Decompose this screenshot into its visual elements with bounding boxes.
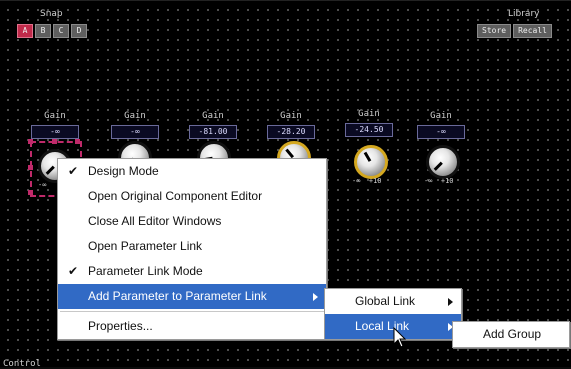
gain-value-field[interactable]: -∞ bbox=[111, 125, 159, 139]
menu-separator bbox=[60, 311, 324, 312]
menu-item-label: Parameter Link Mode bbox=[88, 264, 203, 278]
selection-handle[interactable] bbox=[75, 139, 80, 144]
local-link-submenu: Add Group bbox=[452, 321, 570, 348]
gain-module-1: Gain -∞ bbox=[30, 111, 80, 139]
submenu-arrow-icon bbox=[448, 298, 453, 306]
gain-knob-5[interactable] bbox=[354, 145, 388, 179]
range-label: -∞ +10 bbox=[424, 177, 454, 185]
gain-module-3: Gain -81.00 bbox=[188, 111, 238, 139]
snap-buttons: A B C D bbox=[17, 24, 87, 38]
gain-module-6: Gain -∞ bbox=[416, 111, 466, 139]
mouse-cursor-icon bbox=[393, 327, 407, 348]
gain-value-field[interactable]: -∞ bbox=[417, 125, 465, 139]
snap-button-d[interactable]: D bbox=[71, 24, 87, 38]
gain-label: Gain bbox=[202, 111, 224, 121]
selection-handle[interactable] bbox=[28, 165, 33, 170]
gain-value-field[interactable]: -28.20 bbox=[267, 125, 315, 139]
menu-item-label: Design Mode bbox=[88, 164, 159, 178]
range-max: +10 bbox=[368, 177, 382, 185]
menu-item-properties[interactable]: Properties... bbox=[58, 314, 326, 339]
snap-label: Snap bbox=[40, 9, 63, 19]
menu-item-label: Add Parameter to Parameter Link bbox=[88, 289, 267, 303]
selection-handle[interactable] bbox=[28, 139, 33, 144]
submenu-arrow-icon bbox=[313, 293, 318, 301]
selection-handle[interactable] bbox=[28, 190, 33, 195]
menu-item-parameter-link-mode[interactable]: ✔ Parameter Link Mode bbox=[58, 259, 326, 284]
status-text: Control bbox=[3, 359, 41, 369]
menu-item-design-mode[interactable]: ✔ Design Mode bbox=[58, 159, 326, 184]
gain-value-field[interactable]: -81.00 bbox=[189, 125, 237, 139]
range-min: -∞ bbox=[352, 177, 361, 185]
menu-item-label: Global Link bbox=[355, 294, 416, 308]
gain-label: Gain bbox=[124, 111, 146, 121]
snap-button-c[interactable]: C bbox=[53, 24, 69, 38]
menu-item-label: Add Group bbox=[483, 327, 542, 341]
gain-label: Gain bbox=[280, 111, 302, 121]
menu-item-label: Open Parameter Link bbox=[88, 239, 203, 253]
menu-item-open-original-component-editor[interactable]: Open Original Component Editor bbox=[58, 184, 326, 209]
menu-item-label: Open Original Component Editor bbox=[88, 189, 263, 203]
menu-item-label: Properties... bbox=[88, 319, 153, 333]
menu-item-close-all-editor-windows[interactable]: Close All Editor Windows bbox=[58, 209, 326, 234]
gain-knob-6[interactable] bbox=[426, 145, 460, 179]
library-label: Library bbox=[508, 9, 540, 19]
snap-button-a[interactable]: A bbox=[17, 24, 33, 38]
gain-module-5: Gain -24.50 bbox=[344, 109, 394, 137]
menu-item-global-link[interactable]: Global Link bbox=[325, 289, 461, 314]
gain-label: Gain bbox=[44, 111, 66, 121]
selection-handle[interactable] bbox=[52, 139, 57, 144]
gain-label: Gain bbox=[430, 111, 452, 121]
recall-button[interactable]: Recall bbox=[513, 24, 552, 38]
check-icon: ✔ bbox=[68, 164, 79, 178]
gain-module-4: Gain -28.20 bbox=[266, 111, 316, 139]
menu-item-add-group[interactable]: Add Group bbox=[453, 322, 569, 347]
check-icon: ✔ bbox=[68, 264, 79, 278]
range-max: +10 bbox=[440, 177, 454, 185]
menu-item-label: Close All Editor Windows bbox=[88, 214, 222, 228]
range-min: -∞ bbox=[424, 177, 433, 185]
context-menu: ✔ Design Mode Open Original Component Ed… bbox=[57, 158, 327, 340]
gain-label: Gain bbox=[358, 109, 380, 119]
menu-item-open-parameter-link[interactable]: Open Parameter Link bbox=[58, 234, 326, 259]
snap-button-b[interactable]: B bbox=[35, 24, 51, 38]
library-buttons: Store Recall bbox=[477, 24, 552, 38]
design-canvas[interactable]: Snap A B C D Library Store Recall Gain -… bbox=[0, 0, 571, 369]
range-label: -∞ +10 bbox=[352, 177, 382, 185]
gain-value-field[interactable]: -24.50 bbox=[345, 123, 393, 137]
gain-module-2: Gain -∞ bbox=[110, 111, 160, 139]
menu-item-add-parameter-to-parameter-link[interactable]: Add Parameter to Parameter Link bbox=[58, 284, 326, 309]
store-button[interactable]: Store bbox=[477, 24, 512, 38]
gain-value-field[interactable]: -∞ bbox=[31, 125, 79, 139]
